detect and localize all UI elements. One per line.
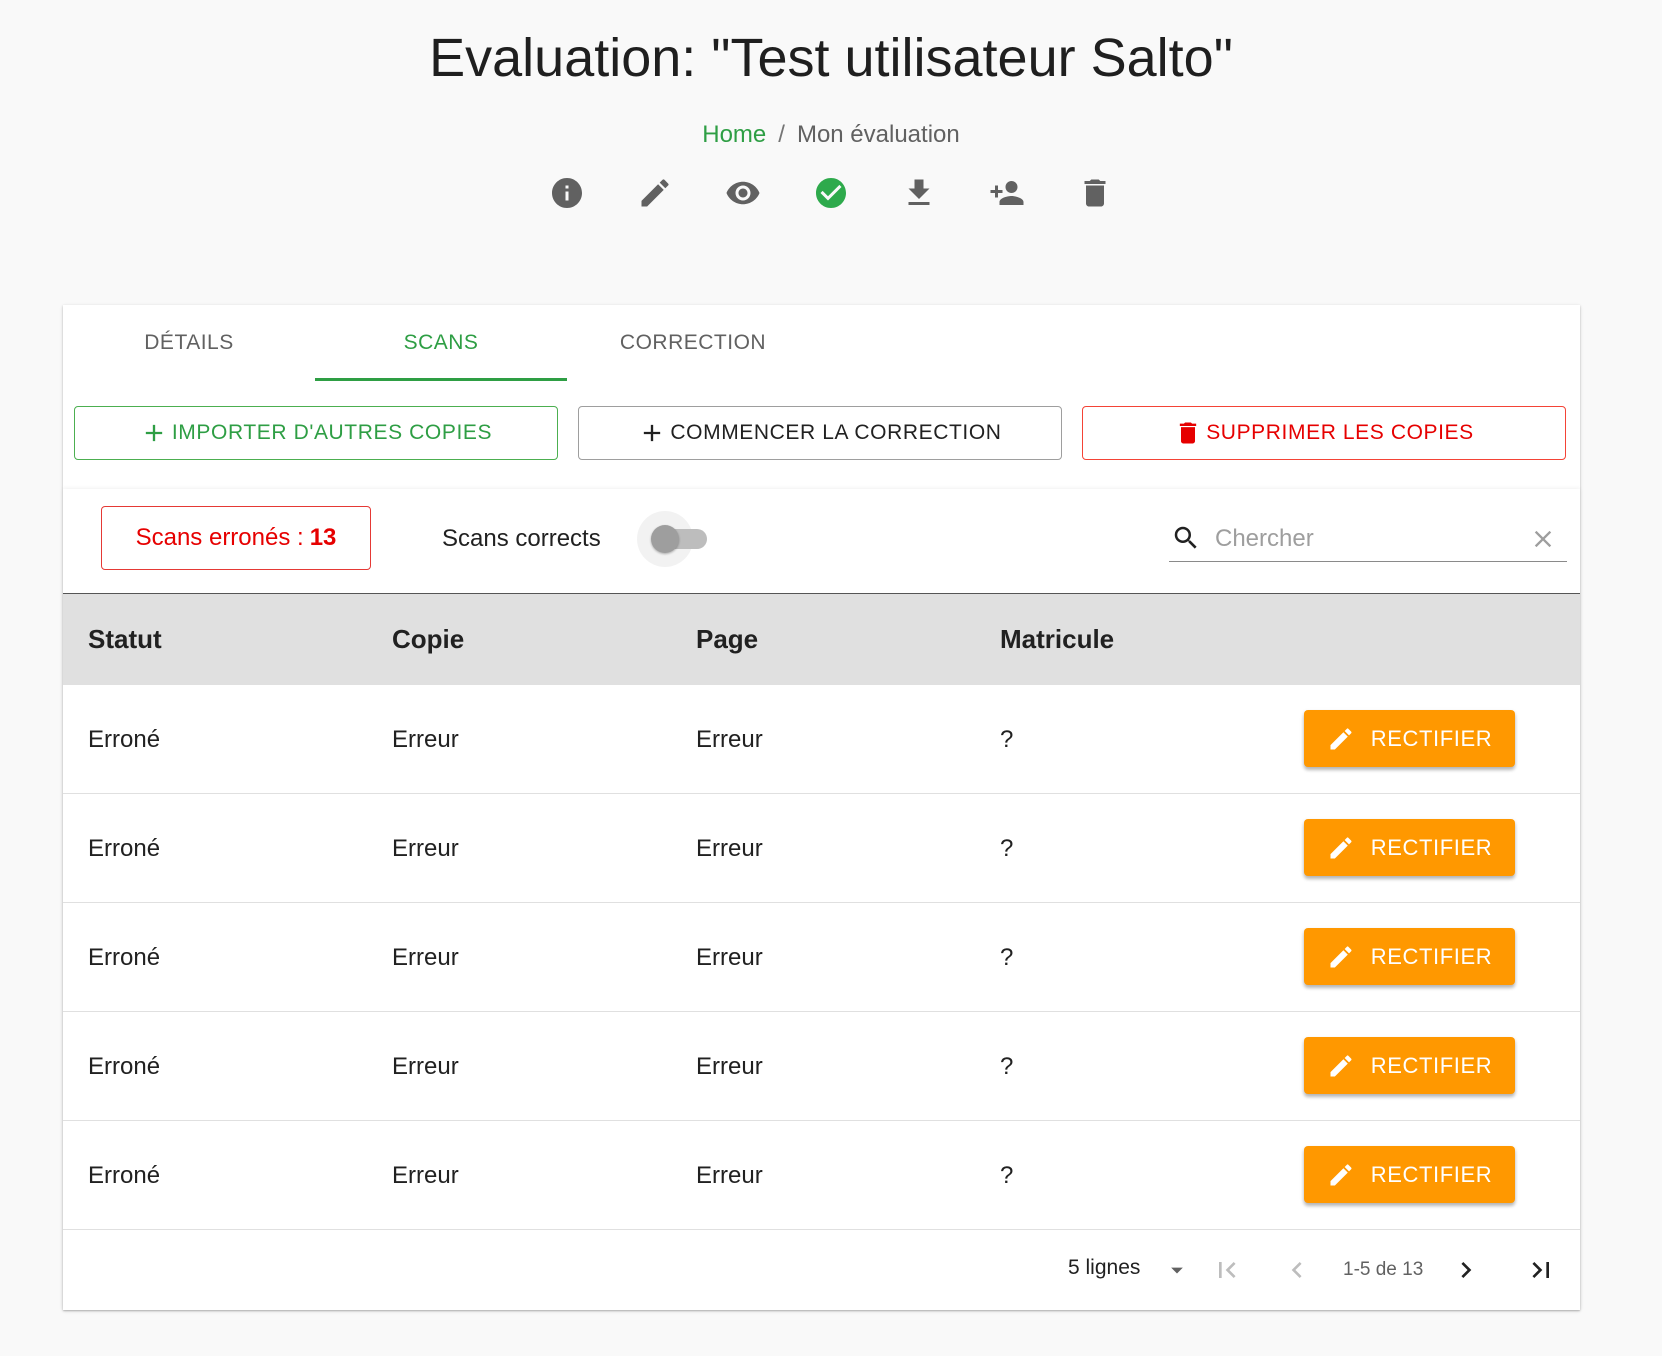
pencil-icon bbox=[1330, 945, 1352, 967]
column-header-matricule[interactable]: Matricule bbox=[1000, 594, 1114, 685]
last-page-icon bbox=[1532, 1262, 1549, 1278]
breadcrumb: Home / Mon évaluation bbox=[0, 118, 1662, 152]
first-page-button[interactable] bbox=[1211, 1254, 1243, 1286]
chevron-right-icon bbox=[1461, 1262, 1472, 1278]
table-header: Statut Copie Page Matricule bbox=[63, 594, 1580, 685]
info-icon[interactable] bbox=[549, 175, 585, 211]
cell-matricule: ? bbox=[1000, 1053, 1014, 1080]
check-circle-icon[interactable] bbox=[813, 175, 849, 211]
pencil-icon bbox=[1330, 1163, 1352, 1185]
download-icon[interactable] bbox=[901, 175, 937, 211]
rectify-button[interactable]: RECTIFIER bbox=[1304, 710, 1515, 767]
pencil-icon bbox=[1330, 1054, 1352, 1076]
page-title: Evaluation: "Test utilisateur Salto" bbox=[429, 28, 1233, 88]
import-copies-label: IMPORTER D'AUTRES COPIES bbox=[171, 421, 493, 444]
correct-scans-label: Scans corrects bbox=[442, 525, 601, 552]
column-header-copie[interactable]: Copie bbox=[392, 594, 464, 685]
search-box bbox=[1169, 519, 1567, 562]
start-correction-label: COMMENCER LA CORRECTION bbox=[670, 421, 1002, 444]
cell-copie: Erreur bbox=[392, 1053, 459, 1080]
rectify-button[interactable]: RECTIFIER bbox=[1304, 928, 1515, 985]
first-page-icon bbox=[1219, 1262, 1236, 1278]
search-icon bbox=[1174, 526, 1197, 549]
cell-copie: Erreur bbox=[392, 726, 459, 753]
table-row: Erroné Erreur Erreur ? RECTIFIER bbox=[63, 794, 1580, 903]
table-toolbar: Scans erronés :13 Scans corrects bbox=[63, 489, 1580, 594]
evaluation-card: DÉTAILS SCANS CORRECTION IMPORTER D'AUTR… bbox=[63, 305, 1580, 1310]
eye-icon[interactable] bbox=[725, 175, 761, 211]
trash-icon bbox=[1180, 422, 1197, 444]
breadcrumb-separator: / bbox=[778, 121, 785, 148]
next-page-button[interactable] bbox=[1450, 1254, 1482, 1286]
rectify-label: RECTIFIER bbox=[1370, 834, 1493, 860]
cell-copie: Erreur bbox=[392, 1162, 459, 1189]
cell-page: Erreur bbox=[696, 835, 763, 862]
evaluation-actions bbox=[0, 175, 1662, 211]
cell-matricule: ? bbox=[1000, 726, 1014, 753]
cell-statut: Erroné bbox=[88, 1162, 161, 1189]
clear-icon[interactable] bbox=[1529, 525, 1557, 553]
scan-actions: IMPORTER D'AUTRES COPIES COMMENCER LA CO… bbox=[74, 406, 1566, 460]
cell-statut: Erroné bbox=[88, 1053, 161, 1080]
cell-statut: Erroné bbox=[88, 726, 161, 753]
trash-icon[interactable] bbox=[1077, 175, 1113, 211]
column-header-statut[interactable]: Statut bbox=[88, 594, 162, 685]
rectify-label: RECTIFIER bbox=[1370, 1161, 1493, 1187]
correct-scans-toggle[interactable] bbox=[637, 509, 713, 569]
table-row: Erroné Erreur Erreur ? RECTIFIER bbox=[63, 1121, 1580, 1230]
delete-copies-button[interactable]: SUPPRIMER LES COPIES bbox=[1082, 406, 1566, 460]
cell-statut: Erroné bbox=[88, 944, 161, 971]
cell-matricule: ? bbox=[1000, 944, 1014, 971]
table-row: Erroné Erreur Erreur ? RECTIFIER bbox=[63, 1012, 1580, 1121]
import-copies-button[interactable]: IMPORTER D'AUTRES COPIES bbox=[74, 406, 558, 460]
cell-matricule: ? bbox=[1000, 835, 1014, 862]
erroneous-scans-filter[interactable]: Scans erronés :13 bbox=[101, 506, 371, 570]
cell-matricule: ? bbox=[1000, 1162, 1014, 1189]
rectify-label: RECTIFIER bbox=[1370, 943, 1493, 969]
tab-details[interactable]: DÉTAILS bbox=[63, 305, 315, 381]
cell-statut: Erroné bbox=[88, 835, 161, 862]
erroneous-scans-count: 13 bbox=[309, 524, 337, 551]
previous-page-button[interactable] bbox=[1281, 1254, 1313, 1286]
pencil-icon[interactable] bbox=[637, 175, 673, 211]
cell-copie: Erreur bbox=[392, 835, 459, 862]
tab-bar: DÉTAILS SCANS CORRECTION bbox=[63, 305, 819, 381]
rows-per-page-select[interactable]: 5 lignes bbox=[1068, 1256, 1140, 1280]
column-header-page[interactable]: Page bbox=[696, 594, 758, 685]
caret-down-icon[interactable] bbox=[1163, 1256, 1191, 1284]
plus-icon bbox=[145, 424, 163, 442]
cell-page: Erreur bbox=[696, 944, 763, 971]
search-input[interactable] bbox=[1213, 521, 1517, 557]
chevron-left-icon bbox=[1291, 1262, 1302, 1278]
breadcrumb-current: Mon évaluation bbox=[796, 121, 960, 148]
rectify-button[interactable]: RECTIFIER bbox=[1304, 819, 1515, 876]
scans-table: Scans erronés :13 Scans corrects Statut … bbox=[63, 489, 1580, 1310]
page-range: 1-5 de 13 bbox=[1343, 1259, 1424, 1280]
cell-page: Erreur bbox=[696, 1053, 763, 1080]
pencil-icon bbox=[1330, 836, 1352, 858]
start-correction-button[interactable]: COMMENCER LA CORRECTION bbox=[578, 406, 1062, 460]
last-page-button[interactable] bbox=[1525, 1254, 1557, 1286]
rectify-label: RECTIFIER bbox=[1370, 725, 1493, 751]
breadcrumb-home-link[interactable]: Home bbox=[702, 121, 766, 148]
rectify-label: RECTIFIER bbox=[1370, 1052, 1493, 1078]
table-row: Erroné Erreur Erreur ? RECTIFIER bbox=[63, 685, 1580, 794]
tab-scans[interactable]: SCANS bbox=[315, 305, 567, 381]
pagination: 5 lignes 1-5 de 13 bbox=[63, 1230, 1580, 1310]
rectify-button[interactable]: RECTIFIER bbox=[1304, 1146, 1515, 1203]
rectify-button[interactable]: RECTIFIER bbox=[1304, 1037, 1515, 1094]
cell-page: Erreur bbox=[696, 726, 763, 753]
delete-copies-label: SUPPRIMER LES COPIES bbox=[1206, 421, 1474, 444]
table-body: Erroné Erreur Erreur ? RECTIFIER Erroné … bbox=[63, 685, 1580, 1230]
erroneous-scans-label: Scans erronés : bbox=[135, 524, 304, 551]
plus-icon bbox=[644, 424, 661, 442]
add-person-icon[interactable] bbox=[989, 175, 1025, 211]
cell-copie: Erreur bbox=[392, 944, 459, 971]
cell-page: Erreur bbox=[696, 1162, 763, 1189]
tab-correction[interactable]: CORRECTION bbox=[567, 305, 819, 381]
table-row: Erroné Erreur Erreur ? RECTIFIER bbox=[63, 903, 1580, 1012]
pencil-icon bbox=[1330, 727, 1352, 749]
